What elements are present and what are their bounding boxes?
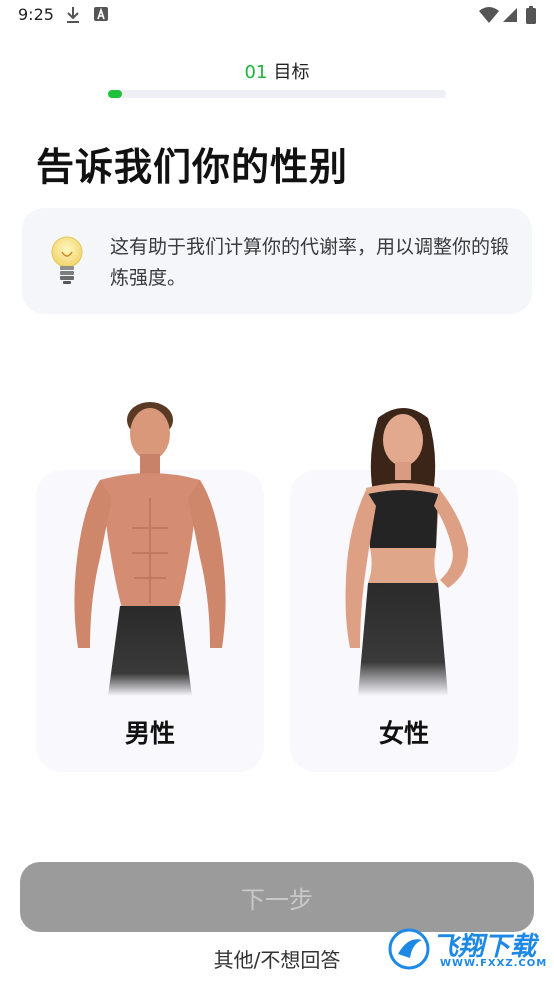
status-bar: 9:25 [0, 0, 554, 32]
wifi-icon [479, 7, 499, 23]
watermark-logo-icon [388, 928, 430, 970]
watermark: 飞翔下载 WWW.FXXZ.COM [388, 924, 546, 972]
download-icon [67, 7, 79, 23]
gender-label-female: 女性 [378, 719, 429, 748]
page-title: 告诉我们你的性别 [36, 145, 349, 189]
progress-bar-fill [108, 90, 122, 98]
step-number: 01 [244, 62, 268, 83]
tip-card: 这有助于我们计算你的代谢率，用以调整你的锻炼强度。 [22, 208, 532, 314]
signal-icon [503, 8, 517, 22]
female-figure-image [345, 408, 469, 696]
status-time: 9:25 [18, 5, 54, 24]
watermark-url: WWW.FXXZ.COM [440, 958, 548, 969]
step-indicator: 01 目标 [0, 58, 554, 84]
male-figure-image [74, 402, 226, 696]
tip-text: 这有助于我们计算你的代谢率，用以调整你的锻炼强度。 [110, 236, 510, 289]
battery-icon [526, 6, 536, 24]
font-badge-icon [94, 7, 108, 21]
step-name: 目标 [273, 62, 310, 83]
progress-bar [108, 90, 446, 98]
gender-label-male: 男性 [124, 719, 175, 748]
next-button[interactable]: 下一步 [20, 862, 534, 932]
lightbulb-icon [51, 236, 83, 284]
